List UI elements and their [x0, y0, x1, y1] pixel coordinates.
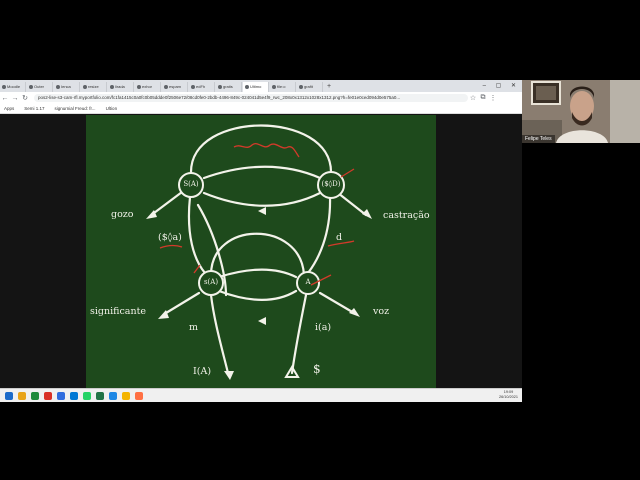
- label-castracao: castração: [383, 210, 430, 221]
- label-significante: significante: [90, 306, 147, 317]
- label-gozo: gozo: [111, 209, 134, 220]
- app-icon[interactable]: [57, 391, 65, 400]
- browser-tab[interactable]: resize: [81, 82, 107, 92]
- bookmark-item[interactable]: signurnial Freud: fr...: [55, 104, 96, 113]
- chrome-icon[interactable]: [44, 391, 52, 400]
- label-S-barred: $: [313, 362, 321, 376]
- webcam-overlay: Felipe Teles: [522, 80, 640, 143]
- I-A-arrow-icon: [224, 371, 234, 380]
- tab-favicon-icon: [245, 84, 249, 89]
- browser-tab[interactable]: edFh: [189, 82, 215, 92]
- lower-bottom-curve: [217, 289, 298, 302]
- right-connector-curve: [306, 195, 332, 275]
- label-m: m: [189, 322, 199, 333]
- browser-tab-strip: Moodle Outer Ienca resize lirada exhor e…: [0, 80, 522, 92]
- start-icon[interactable]: [5, 391, 13, 400]
- app-icon[interactable]: [109, 391, 117, 400]
- browser-tab[interactable]: gratis: [216, 82, 242, 92]
- tab-favicon-icon: [164, 84, 168, 89]
- label-s-diamond-a: ($◊a): [158, 232, 182, 243]
- excel-icon[interactable]: [96, 391, 104, 400]
- upper-top-curve: [202, 165, 322, 180]
- browser-tab[interactable]: grafit: [297, 82, 323, 92]
- castracao-arrow-icon: [362, 209, 372, 219]
- address-bar-row: ← → ↻ pos2-lise-s3-cam-rfl.myportfolio.c…: [0, 92, 522, 104]
- file-explorer-icon[interactable]: [18, 391, 26, 400]
- tab-favicon-icon: [83, 84, 87, 89]
- reload-icon[interactable]: ↻: [20, 94, 30, 102]
- forward-arrow-icon[interactable]: →: [10, 95, 20, 102]
- app-icon[interactable]: [31, 391, 39, 400]
- upper-arch-curve: [189, 124, 333, 174]
- app-icon[interactable]: [135, 391, 143, 400]
- clock-date: 26/10/2021: [498, 395, 518, 399]
- url-field[interactable]: pos2-lise-s3-cam-rfl.myportfolio.com/fc1…: [34, 94, 468, 102]
- tab-favicon-icon: [137, 84, 141, 89]
- bookmark-item[interactable]: Semi 1.17: [24, 104, 44, 113]
- label-voz: voz: [373, 306, 390, 317]
- windows-taskbar: 19:09 26/10/2021: [0, 388, 522, 402]
- red-underline-annotation: [159, 244, 183, 249]
- left-connector-curve: [187, 195, 207, 275]
- participant-name: Felipe Teles: [522, 135, 555, 143]
- label-i-a: i(a): [315, 322, 332, 333]
- graph-diagram: [146, 124, 372, 380]
- node-label-A: A: [305, 278, 311, 286]
- tab-favicon-icon: [191, 84, 195, 89]
- back-arrow-icon[interactable]: ←: [0, 95, 10, 102]
- red-scribble-annotation: [233, 143, 300, 158]
- tab-favicon-icon: [218, 84, 222, 89]
- red-mark-annotation: [340, 168, 355, 178]
- tab-favicon-icon: [110, 84, 114, 89]
- webcam-video-image: [522, 80, 640, 143]
- browser-tab-active[interactable]: Ultimo: [243, 82, 269, 92]
- red-mark-annotation: [193, 264, 201, 274]
- lower-top-curve: [217, 268, 298, 279]
- extensions-icon[interactable]: ⧉: [478, 94, 488, 102]
- window-controls[interactable]: – ▢ ✕: [483, 80, 520, 92]
- castracao-line: [336, 191, 368, 217]
- upper-left-arrow-icon: [258, 207, 266, 215]
- tab-favicon-icon: [272, 84, 276, 89]
- tab-favicon-icon: [29, 84, 33, 89]
- whatsapp-icon[interactable]: [83, 391, 91, 400]
- app-icon[interactable]: [122, 391, 130, 400]
- lower-left-arrow-icon: [258, 317, 266, 325]
- label-d: d: [336, 232, 343, 243]
- label-I-A: I(A): [193, 366, 212, 377]
- tab-favicon-icon: [56, 84, 60, 89]
- graph-of-desire-image: S(A) ($◊D) s(A) A gozo castração ($◊a) d…: [86, 115, 436, 388]
- browser-tab[interactable]: Moodle: [0, 82, 26, 92]
- node-label-s-A: s(A): [203, 278, 219, 286]
- node-label-S-A: S(A): [183, 180, 199, 188]
- browser-tab[interactable]: Outer: [27, 82, 53, 92]
- bookmarks-bar: Apps Semi 1.17 signurnial Freud: fr... U…: [0, 104, 522, 114]
- voz-arrow-icon: [349, 308, 360, 317]
- bookmark-apps[interactable]: Apps: [4, 104, 14, 113]
- system-tray-clock[interactable]: 19:09 26/10/2021: [499, 390, 518, 400]
- gozo-line: [152, 190, 184, 215]
- tab-favicon-icon: [299, 84, 303, 89]
- browser-tab[interactable]: lirada: [108, 82, 134, 92]
- browser-tab[interactable]: espam: [162, 82, 188, 92]
- new-tab-button[interactable]: +: [324, 82, 334, 92]
- voz-line: [318, 291, 356, 315]
- browser-tab[interactable]: Ienca: [54, 82, 80, 92]
- browser-tab[interactable]: exhor: [135, 82, 161, 92]
- upper-bottom-curve: [202, 191, 322, 207]
- S-barred-line: [290, 293, 308, 375]
- bookmark-item[interactable]: Ultion: [106, 104, 118, 113]
- significante-line: [164, 291, 201, 315]
- menu-icon[interactable]: ⋮: [488, 94, 498, 102]
- browser-tab[interactable]: file:o: [270, 82, 296, 92]
- tab-favicon-icon: [2, 84, 6, 89]
- node-label-S-diamond-D: ($◊D): [321, 180, 341, 188]
- star-icon[interactable]: ☆: [468, 94, 478, 102]
- settings-icon[interactable]: [70, 391, 78, 400]
- I-A-line: [209, 293, 230, 375]
